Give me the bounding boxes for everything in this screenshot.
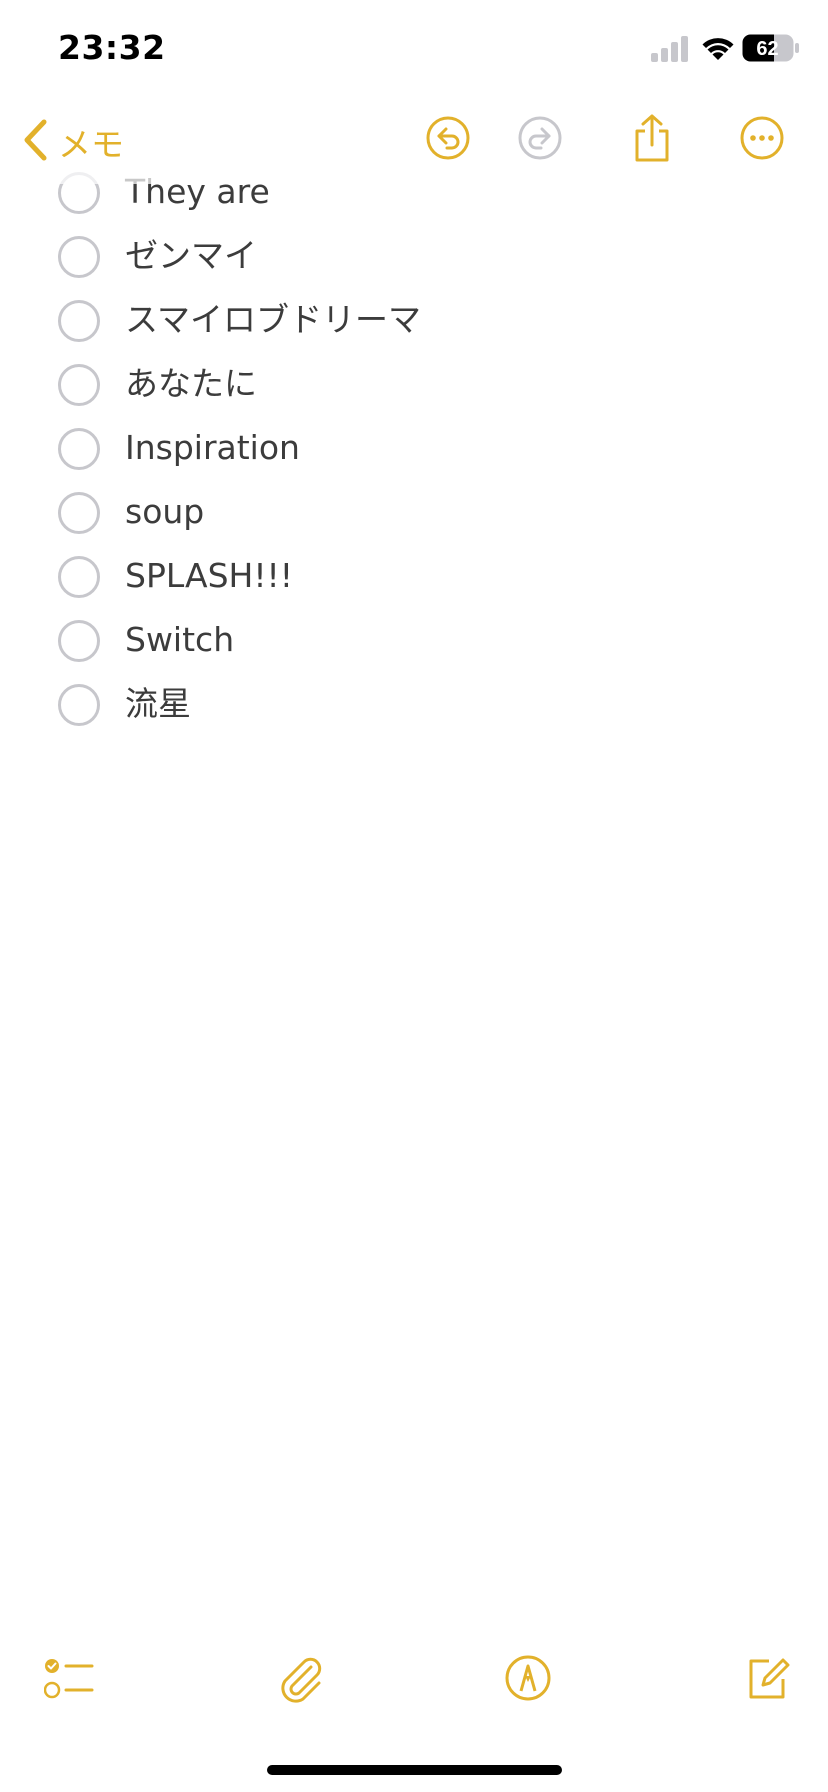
markup-button[interactable]	[498, 1650, 558, 1710]
home-indicator[interactable]	[267, 1765, 562, 1775]
redo-icon	[517, 115, 563, 165]
checklist: They are ゼンマイ スマイロブドリーマ あなたに Inspiration…	[0, 160, 828, 736]
attachment-button[interactable]	[270, 1650, 330, 1710]
checklist-item[interactable]: Inspiration	[0, 416, 828, 480]
checklist-item[interactable]: Switch	[0, 608, 828, 672]
back-label: メモ	[58, 125, 124, 164]
checklist-item-label: soup	[125, 492, 205, 531]
checklist-item[interactable]: SPLASH!!!	[0, 544, 828, 608]
checklist-icon	[43, 1654, 96, 1706]
checkbox-circle[interactable]	[58, 236, 100, 278]
more-icon	[739, 115, 785, 165]
markup-pen-icon	[503, 1653, 553, 1707]
notes-screen: 23:32 62 メモ They are ゼンマイ スマイロブドリーマ あなたに…	[0, 0, 828, 1792]
checkbox-circle[interactable]	[58, 620, 100, 662]
status-bar: 23:32 62	[0, 0, 828, 100]
checkbox-circle[interactable]	[58, 428, 100, 470]
checklist-item[interactable]: あなたに	[0, 352, 828, 416]
paperclip-icon	[275, 1653, 325, 1707]
checkbox-circle[interactable]	[58, 300, 100, 342]
compose-icon	[743, 1653, 793, 1707]
checklist-item[interactable]: 流星	[0, 672, 828, 736]
checkbox-circle[interactable]	[58, 364, 100, 406]
wifi-icon	[700, 34, 736, 66]
checkbox-circle[interactable]	[58, 684, 100, 726]
cellular-signal-icon	[651, 36, 691, 66]
battery-icon: 62	[742, 34, 800, 66]
nav-bar: メモ	[0, 100, 828, 184]
checklist-item-label: SPLASH!!!	[125, 556, 294, 595]
undo-button[interactable]	[420, 112, 476, 168]
checklist-item-label: 流星	[125, 684, 191, 723]
checklist-item-label: あなたに	[125, 364, 257, 403]
share-button[interactable]	[624, 112, 680, 168]
more-button[interactable]	[734, 112, 790, 168]
battery-level: 62	[756, 38, 778, 60]
checklist-item-label: スマイロブドリーマ	[125, 300, 422, 339]
new-note-button[interactable]	[738, 1650, 798, 1710]
checklist-button[interactable]	[40, 1650, 100, 1710]
checklist-item[interactable]: スマイロブドリーマ	[0, 288, 828, 352]
checklist-item-label: Switch	[125, 620, 235, 659]
checkbox-circle[interactable]	[58, 492, 100, 534]
checklist-item-label: Inspiration	[125, 428, 300, 467]
status-time: 23:32	[58, 28, 166, 67]
back-button[interactable]: メモ	[22, 118, 124, 166]
checklist-item[interactable]: soup	[0, 480, 828, 544]
chevron-left-icon	[22, 119, 48, 165]
redo-button[interactable]	[512, 112, 568, 168]
checklist-item-label: ゼンマイ	[125, 236, 257, 275]
undo-icon	[425, 115, 471, 165]
share-icon	[629, 113, 675, 167]
checkbox-circle[interactable]	[58, 556, 100, 598]
bottom-toolbar	[0, 1640, 828, 1720]
checklist-item[interactable]: ゼンマイ	[0, 224, 828, 288]
